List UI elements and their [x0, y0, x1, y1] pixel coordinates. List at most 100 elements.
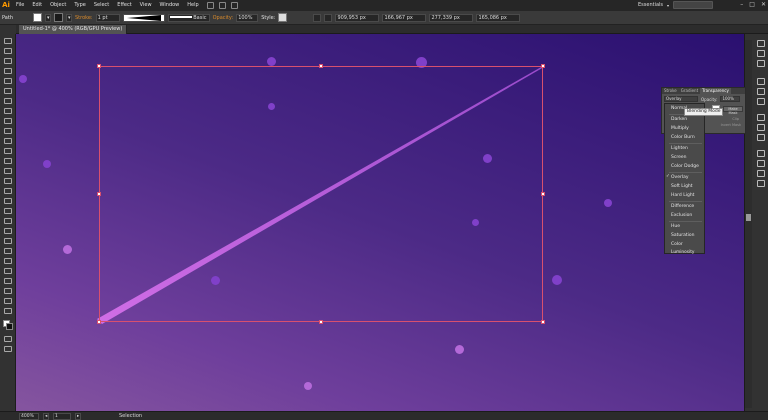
- opacity-label[interactable]: Opacity:: [213, 15, 234, 21]
- slice-tool-icon[interactable]: [4, 288, 12, 294]
- gradient-panel-icon[interactable]: [757, 124, 765, 131]
- menu-help[interactable]: Help: [183, 0, 202, 11]
- scroll-thumb[interactable]: [746, 214, 751, 221]
- transparency-panel-icon[interactable]: [757, 134, 765, 141]
- column-graph-tool-icon[interactable]: [4, 268, 12, 274]
- transform-icon[interactable]: [324, 13, 333, 22]
- magic-wand-tool-icon[interactable]: [4, 58, 12, 64]
- perspective-grid-tool-icon[interactable]: [4, 208, 12, 214]
- stroke-swatch[interactable]: [54, 13, 63, 22]
- blend-option-hue[interactable]: Hue: [671, 224, 680, 229]
- opacity-field[interactable]: 100%: [236, 13, 259, 22]
- drawing-mode-icon[interactable]: [4, 336, 12, 342]
- shaper-tool-icon[interactable]: [4, 138, 12, 144]
- stroke-color-icon[interactable]: [6, 323, 13, 330]
- graphic-styles-panel-icon[interactable]: [757, 160, 765, 167]
- menu-edit[interactable]: Edit: [28, 0, 46, 11]
- menu-file[interactable]: File: [12, 0, 28, 11]
- menu-select[interactable]: Select: [90, 0, 113, 11]
- close-icon[interactable]: ✕: [761, 1, 766, 8]
- blend-option-difference[interactable]: Difference: [671, 204, 694, 209]
- tab-gradient[interactable]: Gradient: [679, 88, 700, 94]
- color-panel-icon[interactable]: [757, 60, 765, 67]
- menu-window[interactable]: Window: [156, 0, 184, 11]
- blend-option-overlay[interactable]: Overlay: [671, 175, 689, 180]
- blend-option-exclusion[interactable]: Exclusion: [671, 213, 692, 218]
- workspace-switcher[interactable]: Essentials: [638, 2, 663, 8]
- artboard-number-field[interactable]: 1: [53, 412, 71, 420]
- menu-effect[interactable]: Effect: [113, 0, 135, 11]
- eyedropper-tool-icon[interactable]: [4, 238, 12, 244]
- y-field[interactable]: 166,967 px: [382, 13, 427, 22]
- brush-definition[interactable]: Basic: [167, 13, 210, 22]
- arrange-icon[interactable]: [218, 2, 226, 9]
- make-mask-button[interactable]: Make Mask: [723, 106, 743, 115]
- bounding-box-handle[interactable]: [97, 64, 101, 68]
- tab-stroke[interactable]: Stroke: [662, 88, 679, 94]
- mesh-tool-icon[interactable]: [4, 218, 12, 224]
- stroke-dropdown[interactable]: ▾: [66, 13, 72, 22]
- artboard-tool-icon[interactable]: [4, 278, 12, 284]
- libraries-panel-icon[interactable]: [757, 50, 765, 57]
- selection-tool-icon[interactable]: [4, 38, 12, 44]
- stroke-panel-icon[interactable]: [757, 114, 765, 121]
- swatches-panel-icon[interactable]: [757, 78, 765, 85]
- stroke-weight-field[interactable]: 1 pt: [95, 13, 120, 22]
- brushes-panel-icon[interactable]: [757, 88, 765, 95]
- zoom-field[interactable]: 400%: [19, 412, 39, 420]
- properties-panel-icon[interactable]: [757, 40, 765, 47]
- menu-type[interactable]: Type: [70, 0, 89, 11]
- document-tab[interactable]: Untitled-1* @ 400% (RGB/GPU Preview): [19, 25, 128, 34]
- minimize-icon[interactable]: –: [740, 1, 743, 8]
- pen-tool-icon[interactable]: [4, 78, 12, 84]
- clip-checkbox[interactable]: Clip: [732, 117, 739, 121]
- blend-option-color-dodge[interactable]: Color Dodge: [671, 164, 699, 169]
- rectangle-tool-icon[interactable]: [4, 118, 12, 124]
- width-tool-icon[interactable]: [4, 178, 12, 184]
- blend-tool-icon[interactable]: [4, 248, 12, 254]
- maximize-icon[interactable]: □: [749, 1, 755, 8]
- lasso-tool-icon[interactable]: [4, 68, 12, 74]
- search-input[interactable]: [673, 1, 714, 9]
- stroke-label[interactable]: Stroke:: [75, 15, 93, 21]
- fill-swatch[interactable]: [33, 13, 42, 22]
- height-field[interactable]: 165,086 px: [476, 13, 521, 22]
- fill-dropdown[interactable]: ▾: [45, 13, 51, 22]
- curvature-tool-icon[interactable]: [4, 88, 12, 94]
- variable-width-profile[interactable]: [122, 13, 165, 22]
- appearance-panel-icon[interactable]: [757, 150, 765, 157]
- width-field[interactable]: 277,339 px: [429, 13, 474, 22]
- blend-option-soft-light[interactable]: Soft Light: [671, 184, 693, 189]
- next-artboard-button[interactable]: ▸: [75, 412, 81, 420]
- gradient-tool-icon[interactable]: [4, 228, 12, 234]
- symbol-sprayer-tool-icon[interactable]: [4, 258, 12, 264]
- bounding-box-handle[interactable]: [541, 192, 545, 196]
- blend-option-saturation[interactable]: Saturation: [671, 233, 694, 238]
- bounding-box-handle[interactable]: [541, 320, 545, 324]
- blend-option-luminosity[interactable]: Luminosity: [671, 250, 694, 255]
- bounding-box-handle[interactable]: [97, 320, 101, 324]
- x-field[interactable]: 909,953 px: [335, 13, 380, 22]
- artboard-canvas[interactable]: [16, 34, 744, 411]
- paintbrush-tool-icon[interactable]: [4, 128, 12, 134]
- type-tool-icon[interactable]: [4, 98, 12, 104]
- scale-tool-icon[interactable]: [4, 168, 12, 174]
- prev-artboard-button[interactable]: ◂: [43, 412, 49, 420]
- hand-tool-icon[interactable]: [4, 298, 12, 304]
- opacity-field[interactable]: 100%: [720, 96, 741, 102]
- bounding-box-handle[interactable]: [319, 320, 323, 324]
- blend-option-hard-light[interactable]: Hard Light: [671, 193, 694, 198]
- blend-option-color[interactable]: Color: [671, 242, 683, 247]
- bounding-box-handle[interactable]: [541, 64, 545, 68]
- zoom-tool-icon[interactable]: [4, 308, 12, 314]
- layers-panel-icon[interactable]: [757, 170, 765, 177]
- free-transform-tool-icon[interactable]: [4, 188, 12, 194]
- tab-transparency[interactable]: Transparency: [700, 88, 731, 94]
- blend-option-lighten[interactable]: Lighten: [671, 146, 688, 151]
- direct-selection-tool-icon[interactable]: [4, 48, 12, 54]
- blending-mode-select[interactable]: Overlay: [664, 96, 698, 102]
- artboards-panel-icon[interactable]: [757, 180, 765, 187]
- align-icon[interactable]: [313, 13, 322, 22]
- shape-builder-tool-icon[interactable]: [4, 198, 12, 204]
- graphic-style-swatch[interactable]: [278, 13, 288, 22]
